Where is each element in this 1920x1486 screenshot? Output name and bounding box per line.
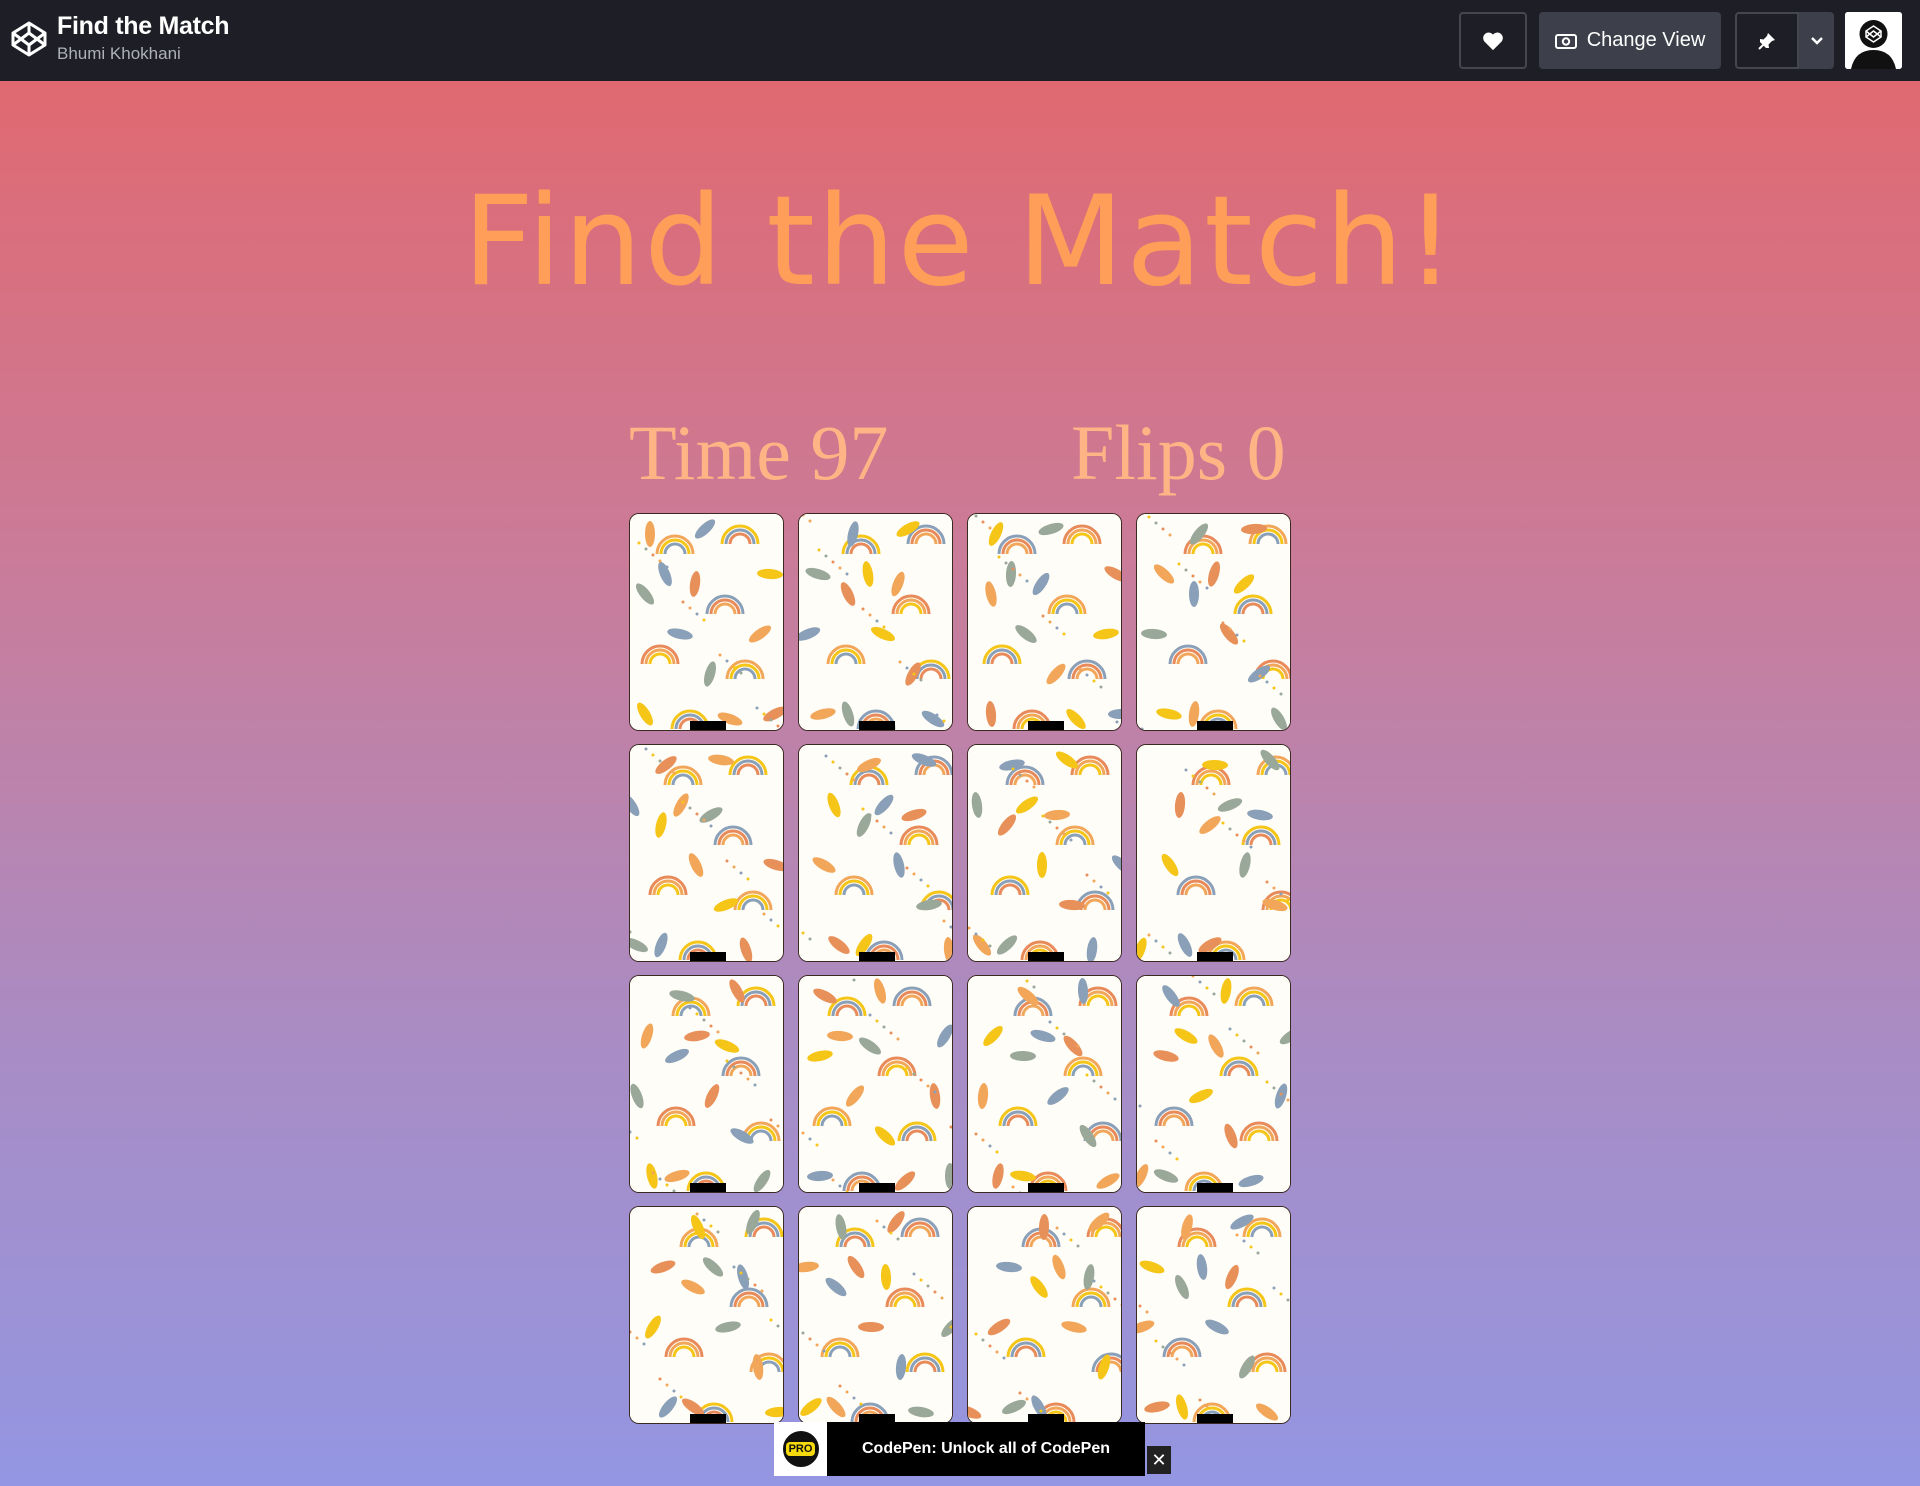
card-tab (1197, 1414, 1233, 1423)
pin-button[interactable] (1735, 12, 1799, 69)
topbar: Find the Match Bhumi Khokhani Change Vie… (0, 0, 1920, 81)
memory-card[interactable] (967, 513, 1122, 731)
promo-banner[interactable]: PRO CodePen: Unlock all of CodePen (774, 1422, 1145, 1476)
card-back-pattern (1137, 1207, 1290, 1423)
memory-card[interactable] (967, 744, 1122, 962)
card-tab (1197, 952, 1233, 961)
close-icon[interactable]: ✕ (1147, 1446, 1171, 1474)
memory-card[interactable] (1136, 975, 1291, 1193)
card-tab (690, 721, 726, 730)
memory-card[interactable] (798, 975, 953, 1193)
memory-card[interactable] (629, 744, 784, 962)
card-tab (1197, 1183, 1233, 1192)
avatar[interactable] (1845, 12, 1902, 69)
chevron-down-icon (1810, 36, 1823, 45)
codepen-logo-icon[interactable] (9, 19, 49, 59)
heart-icon (1483, 32, 1503, 50)
game-heading: Find the Match! (462, 170, 1458, 314)
card-back-pattern (1137, 745, 1290, 961)
card-back-pattern (630, 976, 783, 1192)
card-back-pattern (799, 514, 952, 730)
card-back-pattern (1137, 514, 1290, 730)
card-back-pattern (968, 976, 1121, 1192)
pro-badge-label: PRO (785, 1442, 816, 1456)
card-back-pattern (1137, 976, 1290, 1192)
heart-button[interactable] (1459, 12, 1527, 69)
card-tab (690, 1183, 726, 1192)
card-back-pattern (630, 514, 783, 730)
change-view-button[interactable]: Change View (1539, 12, 1721, 69)
pin-dropdown-button[interactable] (1799, 12, 1834, 69)
card-grid (629, 513, 1291, 1424)
memory-card[interactable] (967, 1206, 1122, 1424)
memory-card[interactable] (1136, 513, 1291, 731)
memory-card[interactable] (967, 975, 1122, 1193)
flips-counter: Flips 0 (1071, 409, 1286, 496)
pen-author[interactable]: Bhumi Khokhani (57, 44, 229, 64)
pen-title-block: Find the Match Bhumi Khokhani (57, 12, 229, 64)
memory-card[interactable] (629, 975, 784, 1193)
card-back-pattern (799, 976, 952, 1192)
pen-title: Find the Match (57, 12, 230, 40)
card-back-pattern (968, 514, 1121, 730)
card-tab (859, 952, 895, 961)
card-back-pattern (630, 745, 783, 961)
card-tab (690, 1414, 726, 1423)
promo-text[interactable]: CodePen: Unlock all of CodePen (827, 1440, 1145, 1458)
card-tab (859, 721, 895, 730)
memory-card[interactable] (1136, 744, 1291, 962)
time-counter: Time 97 (629, 409, 889, 496)
memory-card[interactable] (1136, 1206, 1291, 1424)
card-back-pattern (799, 1207, 952, 1423)
memory-card[interactable] (798, 744, 953, 962)
pin-icon (1758, 32, 1775, 50)
card-tab (690, 952, 726, 961)
card-tab (859, 1183, 895, 1192)
card-back-pattern (799, 745, 952, 961)
change-view-label: Change View (1586, 29, 1706, 51)
memory-card[interactable] (629, 513, 784, 731)
eye-icon (1554, 33, 1577, 49)
card-back-pattern (630, 1207, 783, 1423)
memory-card[interactable] (798, 1206, 953, 1424)
pro-badge: PRO (774, 1422, 827, 1476)
card-tab (1028, 721, 1064, 730)
memory-card[interactable] (798, 513, 953, 731)
card-tab (1028, 952, 1064, 961)
card-back-pattern (968, 745, 1121, 961)
card-tab (1028, 1183, 1064, 1192)
memory-card[interactable] (629, 1206, 784, 1424)
card-back-pattern (968, 1207, 1121, 1423)
card-tab (1197, 721, 1233, 730)
